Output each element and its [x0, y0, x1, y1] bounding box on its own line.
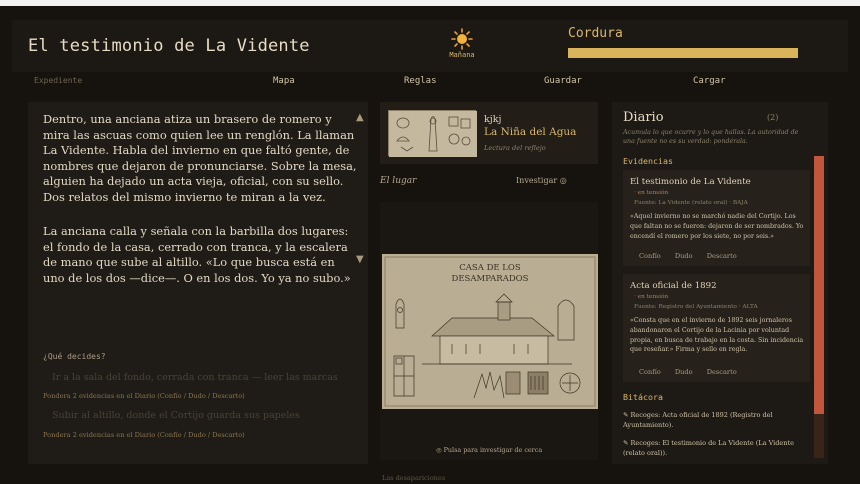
diary-title: Diario [623, 110, 664, 125]
sanity-bar-fill [568, 48, 798, 58]
evidence-source: Fuente: La Vidente (relato oral) · BAJA [634, 200, 748, 206]
scroll-up-arrow-icon[interactable]: ▲ [356, 112, 364, 123]
section-below-label: Las desapariciones [382, 474, 446, 482]
time-of-day-label: Mañana [449, 51, 475, 59]
investigate-button[interactable]: Investigar ◎ [516, 176, 567, 185]
evidence-quote: «Consta que en el invierno de 1892 seis … [630, 317, 804, 354]
diary-count: (2) [767, 113, 779, 122]
evidence-title: Acta oficial de 1892 [630, 281, 717, 291]
investigate-hint: ◎ Pulsa para investigar de cerca [436, 446, 543, 454]
place-label: El lugar [380, 176, 417, 186]
location-illustration[interactable]: CASA DE LOS DESAMPARADOS [382, 254, 598, 409]
choice-requirement: Pondera 2 evidencias en el Diario (Confí… [43, 431, 245, 439]
game-window: El testimonio de La Vidente Mañana Cordu… [0, 6, 860, 484]
decide-label: ¿Qué decides? [43, 352, 106, 361]
character-card[interactable]: kjkj La Niña del Agua Lectura del reflej… [380, 102, 598, 164]
log-entry: ✎ Recoges: El testimonio de La Vidente (… [623, 439, 794, 457]
player-name: kjkj [484, 114, 502, 125]
evidence-actions: Confío Dudo Descarto [639, 368, 749, 376]
evidence-header: Evidencias [623, 156, 673, 166]
diary-scrollbar-thumb[interactable] [814, 156, 824, 414]
portrait-sketch-icon [389, 111, 477, 157]
evidence-status: · en tensión [634, 294, 669, 300]
map-title-line2: DESAMPARADOS [452, 274, 529, 284]
nav-mapa[interactable]: Mapa [273, 76, 295, 86]
scroll-down-arrow-icon[interactable]: ▼ [356, 254, 364, 265]
story-paragraph-2: La anciana calla y señala con la barbill… [43, 224, 351, 285]
nav-guardar[interactable]: Guardar [544, 76, 582, 86]
nav-expediente[interactable]: Expediente [34, 76, 82, 85]
sanity-label: Cordura [568, 26, 623, 41]
evidence-source: Fuente: Registro del Ayuntamiento · ALTA [634, 304, 758, 310]
choice-requirement: Pondera 2 evidencias en el Diario (Confí… [43, 392, 245, 400]
main-nav: Expediente Mapa Reglas Guardar Cargar [12, 72, 848, 94]
nav-cargar[interactable]: Cargar [693, 76, 726, 86]
doubt-button[interactable]: Dudo [675, 252, 693, 260]
map-title-line1: CASA DE LOS [459, 263, 521, 273]
story-paragraph-1: Dentro, una anciana atiza un brasero de … [43, 112, 357, 204]
log-entry: ✎ Recoges: Acta oficial de 1892 (Registr… [623, 411, 773, 429]
evidence-quote: «Aquel invierno no se marchó nadie del C… [630, 213, 804, 240]
story-panel: Dentro, una anciana atiza un brasero de … [28, 102, 368, 464]
trust-button[interactable]: Confío [639, 252, 661, 260]
diary-description: Acumula lo que ocurre y lo que hallas. L… [623, 129, 799, 145]
evidence-card: El testimonio de La Vidente · en tensión… [623, 170, 810, 266]
log-header: Bitácora [623, 392, 663, 402]
page-title: El testimonio de La Vidente [28, 36, 310, 56]
nav-reglas[interactable]: Reglas [404, 76, 437, 86]
choice-option[interactable]: Ir a la sala del fondo, cerrada con tran… [52, 372, 352, 383]
doubt-button[interactable]: Dudo [675, 368, 693, 376]
sun-icon [451, 28, 473, 50]
character-subtitle: Lectura del reflejo [484, 144, 546, 152]
character-name: La Niña del Agua [484, 126, 577, 138]
choice-option[interactable]: Subir al altillo, donde el Cortijo guard… [52, 410, 352, 421]
discard-button[interactable]: Descarto [707, 252, 737, 260]
evidence-card: Acta oficial de 1892 · en tensión Fuente… [623, 274, 810, 382]
time-of-day-indicator: Mañana [442, 28, 482, 59]
evidence-title: El testimonio de La Vidente [630, 177, 751, 187]
evidence-status: · en tensión [634, 190, 669, 196]
diary-panel: Diario (2) Acumula lo que ocurre y lo qu… [612, 102, 828, 464]
evidence-actions: Confío Dudo Descarto [639, 252, 749, 260]
character-portrait [388, 110, 477, 157]
sanity-bar [568, 48, 798, 58]
trust-button[interactable]: Confío [639, 368, 661, 376]
header-bar: El testimonio de La Vidente Mañana Cordu… [12, 20, 848, 72]
discard-button[interactable]: Descarto [707, 368, 737, 376]
